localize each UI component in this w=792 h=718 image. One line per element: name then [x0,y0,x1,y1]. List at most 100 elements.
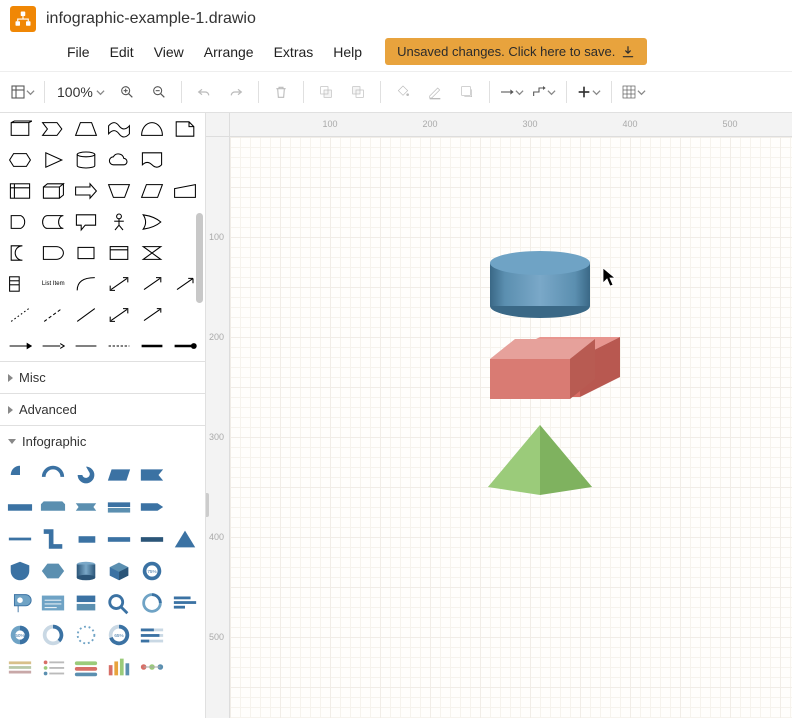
shape-or[interactable] [135,206,168,237]
ig-ribbon2[interactable] [72,493,101,521]
table-button[interactable] [620,78,648,106]
shape-blank4[interactable] [168,299,201,330]
ig-blank4[interactable] [170,621,199,649]
ig-cylinder-grad[interactable] [72,557,101,585]
shape-curve[interactable] [70,268,103,299]
shape-document[interactable] [135,144,168,175]
ig-pills[interactable] [72,653,101,681]
shape-arrow-bi-diag[interactable] [102,268,135,299]
ig-magnifier[interactable] [105,589,134,617]
ig-micro-bars[interactable] [6,653,35,681]
menu-file[interactable]: File [58,40,99,64]
shape-parallelogram[interactable] [135,175,168,206]
shape-half-circle-left[interactable] [4,237,37,268]
undo-button[interactable] [190,78,218,106]
ig-blank2[interactable] [170,493,199,521]
shape-actor[interactable] [102,206,135,237]
ig-bars-h[interactable] [170,589,199,617]
fill-color-button[interactable] [389,78,417,106]
shape-arrow-diag[interactable] [135,268,168,299]
shape-list[interactable] [4,268,37,299]
connection-style-button[interactable] [498,78,526,106]
shape-listitem[interactable]: List Item [37,268,70,299]
ig-arc[interactable] [39,461,68,489]
zoom-in-button[interactable] [113,78,141,106]
ig-columns[interactable] [105,653,134,681]
shape-conn-4[interactable] [102,330,135,361]
ig-hex[interactable] [39,557,68,585]
ig-donut-65[interactable]: 65% [105,621,134,649]
zoom-out-button[interactable] [145,78,173,106]
shape-trapezoid-down[interactable] [102,175,135,206]
shape-conn-3[interactable] [70,330,103,361]
shape-arrow-right-block[interactable] [70,175,103,206]
ig-blank[interactable] [170,461,199,489]
delete-button[interactable] [267,78,295,106]
to-back-button[interactable] [344,78,372,106]
ig-blank5[interactable] [170,653,199,681]
shape-dashed-line[interactable] [37,299,70,330]
menu-arrange[interactable]: Arrange [195,40,263,64]
app-logo[interactable] [10,6,36,32]
ig-tag-small[interactable] [72,525,101,553]
shape-tape[interactable] [102,113,135,144]
shape-card[interactable] [4,113,37,144]
shape-cylinder[interactable] [70,144,103,175]
shape-manual-input[interactable] [168,175,201,206]
zoom-selector[interactable]: 100% [53,84,109,100]
ig-donut-50[interactable]: 50% [6,621,35,649]
ig-blank3[interactable] [170,557,199,585]
shape-line-diag[interactable] [70,299,103,330]
shape-conn-6[interactable] [168,330,201,361]
ig-card-text[interactable] [39,589,68,617]
ig-donut-partial[interactable] [72,461,101,489]
line-color-button[interactable] [421,78,449,106]
ig-bar-dark[interactable] [137,525,166,553]
ig-bar[interactable] [6,493,35,521]
ig-dots-chain[interactable] [137,653,166,681]
ruler-vertical[interactable]: 100 200 300 400 500 [206,137,230,718]
ig-stack-box[interactable] [72,589,101,617]
shape-blank[interactable] [168,144,201,175]
shape-and[interactable] [4,206,37,237]
shape-step[interactable] [37,113,70,144]
menu-view[interactable]: View [145,40,193,64]
menu-help[interactable]: Help [324,40,371,64]
shape-half-circle[interactable] [135,113,168,144]
shape-rect[interactable] [70,237,103,268]
ig-ribbon[interactable] [39,493,68,521]
shape-trapezoid-up[interactable] [70,113,103,144]
shape-conn-5[interactable] [135,330,168,361]
shape-cloud[interactable] [102,144,135,175]
redo-button[interactable] [222,78,250,106]
shape-dotted-line[interactable] [4,299,37,330]
shape-cube[interactable] [37,175,70,206]
shape-internal-storage[interactable] [4,175,37,206]
unsaved-changes-banner[interactable]: Unsaved changes. Click here to save. [385,38,647,65]
shadow-button[interactable] [453,78,481,106]
ig-bar-thin[interactable] [105,525,134,553]
shape-delay[interactable] [37,237,70,268]
canvas-pyramid[interactable] [488,425,592,495]
sidebar-splitter[interactable] [206,493,209,517]
ig-progress-bars[interactable] [137,621,166,649]
ig-banner-tail[interactable] [137,493,166,521]
shape-triangle-right[interactable] [37,144,70,175]
ig-pie-slice[interactable] [6,461,35,489]
sidebar-scrollbar[interactable] [196,213,203,303]
ig-donut-75[interactable]: 75% [137,557,166,585]
ig-line-h[interactable] [6,525,35,553]
ig-dotted-circle[interactable] [72,621,101,649]
menu-edit[interactable]: Edit [101,40,143,64]
view-mode-button[interactable] [8,78,36,106]
shape-callout[interactable] [70,206,103,237]
section-advanced[interactable]: Advanced [0,394,205,425]
to-front-button[interactable] [312,78,340,106]
section-infographic[interactable]: Infographic [0,426,205,457]
shape-window[interactable] [102,237,135,268]
ig-parallelogram[interactable] [105,461,134,489]
shape-conn-2[interactable] [37,330,70,361]
ig-corner[interactable] [39,525,68,553]
ig-legend[interactable] [39,653,68,681]
canvas-cylinder[interactable] [490,251,590,318]
